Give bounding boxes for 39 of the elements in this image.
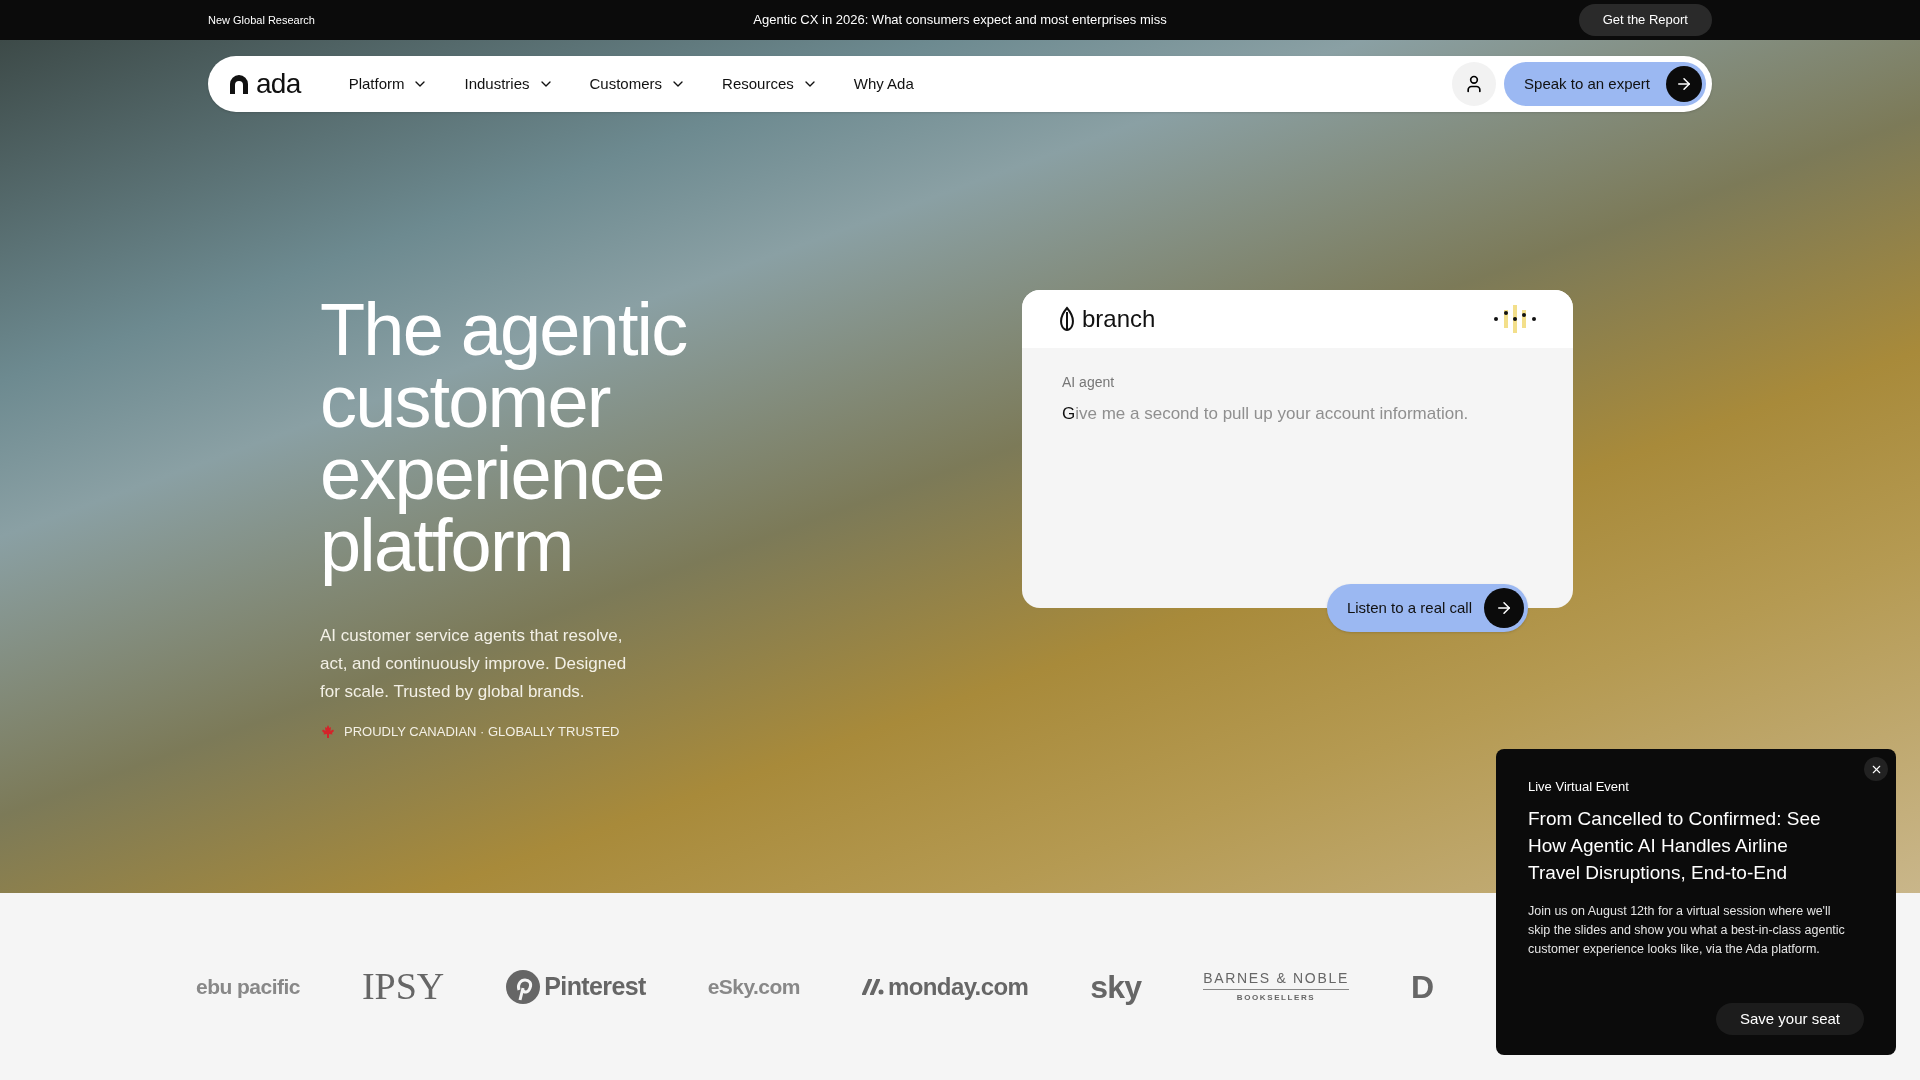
nav-link[interactable]: Why Ada: [853, 72, 914, 96]
pin-circle-icon: [506, 969, 541, 1004]
brand-logo: eSky.com: [707, 973, 800, 1000]
announcement-label: New Global Research: [208, 12, 316, 28]
get-report-button[interactable]: Get the Report: [1578, 4, 1712, 36]
ada-mark-icon: [228, 73, 250, 95]
speak-to-expert-button[interactable]: Speak to an expert: [1504, 62, 1706, 106]
maple-leaf-icon: [320, 723, 336, 740]
arrow-right-icon: [1675, 75, 1693, 93]
nav-link[interactable]: Customers: [589, 72, 687, 96]
ada-logo[interactable]: ada: [228, 70, 301, 98]
brand-logo: D: [1410, 967, 1434, 1007]
nav-link[interactable]: Industries: [464, 72, 554, 96]
logo-text: ada: [256, 70, 301, 98]
voice-activity-icon: [1493, 304, 1537, 334]
nav-link[interactable]: Resources: [722, 72, 818, 96]
slash-mark-icon: [861, 978, 884, 995]
brand-logo: Pinterest: [506, 967, 646, 1006]
transcript-text: Give me a second to pull up your account information.: [1062, 403, 1470, 425]
listen-call-button[interactable]: Listen to a real call: [1326, 584, 1528, 632]
event-description: Join us on August 12th for a virtual session where we'll skip the slides and show you what a best-in-class agentic customer experience looks like, via the Ada platform.: [1528, 902, 1846, 958]
announcement-headline: Agentic CX in 2026: What consumers expect and most enterprises miss: [753, 11, 1167, 30]
brand-logo: BARNES & NOBLE BOOKSELLERS: [1203, 971, 1349, 1002]
arrow-right-icon: [1495, 599, 1513, 617]
brand-logo: sky: [1090, 967, 1142, 1007]
brand-logo: monday.com: [861, 968, 1029, 1005]
save-seat-button[interactable]: Save your seat: [1715, 1003, 1864, 1035]
event-eyebrow: Live Virtual Event: [1528, 778, 1630, 796]
leaf-icon: [1058, 306, 1076, 332]
hero-subtitle: AI customer service agents that resolve, act, and continuously improve. Designed for scale. Trusted by global brands.: [320, 625, 628, 703]
speaker-label: AI agent: [1062, 373, 1116, 392]
account-button[interactable]: [1452, 62, 1497, 106]
brand-name: branch: [1082, 304, 1156, 334]
close-button[interactable]: [1864, 757, 1888, 781]
brand-logo: IPSY: [361, 964, 445, 1009]
hero-tagline: PROUDLY CANADIAN · GLOBALLY TRUSTED: [344, 723, 620, 741]
nav-link[interactable]: Platform: [348, 72, 429, 96]
event-title: From Cancelled to Confirmed: See How Agentic AI Handles Airline Travel Disruptions, End-to-End: [1528, 806, 1822, 885]
brand-logo: ebu pacific: [196, 973, 300, 1000]
